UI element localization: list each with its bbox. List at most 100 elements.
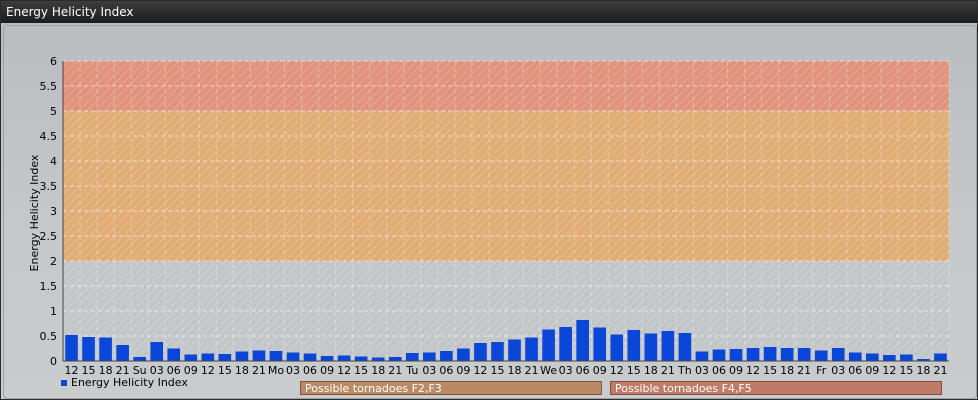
x-tick-label: 21 — [252, 364, 266, 377]
legend-label: Energy Helicity Index — [71, 376, 188, 389]
bar — [814, 350, 828, 361]
x-tick-label: 18 — [780, 364, 794, 377]
x-tick-label: 15 — [490, 364, 504, 377]
x-tick-label: 12 — [610, 364, 624, 377]
x-tick-label: 15 — [627, 364, 641, 377]
x-tick-label: 06 — [848, 364, 862, 377]
bar — [354, 356, 368, 361]
x-tick-label: Th — [677, 364, 692, 377]
bar — [746, 348, 760, 361]
y-tick-label: 2 — [50, 255, 57, 268]
bar — [525, 337, 538, 361]
y-tick-label: 1 — [50, 305, 57, 318]
x-tick-label: 21 — [388, 364, 402, 377]
x-tick-label: 03 — [422, 364, 436, 377]
bar — [866, 353, 879, 361]
x-tick-label: 12 — [337, 364, 351, 377]
bar — [559, 327, 572, 361]
x-tick-label: 12 — [746, 364, 760, 377]
bar — [627, 330, 641, 361]
y-tick-label: 4 — [50, 155, 57, 168]
legend-swatch — [61, 380, 67, 386]
y-tick-label: 3 — [50, 205, 57, 218]
x-tick-label: 12 — [473, 364, 487, 377]
bar — [934, 353, 947, 361]
bar — [286, 352, 300, 361]
y-tick-label: 2.5 — [40, 230, 58, 243]
x-tick-label: 09 — [456, 364, 470, 377]
y-tick-label: 0 — [50, 355, 57, 368]
bar — [218, 354, 232, 361]
x-tick-label: We — [540, 364, 557, 377]
bar — [542, 329, 555, 361]
bar — [423, 352, 436, 361]
x-tick-label: 06 — [303, 364, 317, 377]
x-tick-label: 21 — [661, 364, 675, 377]
bar — [440, 351, 453, 361]
y-tick-label: 5.5 — [40, 80, 58, 93]
bar — [491, 342, 504, 361]
bar — [883, 355, 896, 361]
bar — [388, 357, 402, 361]
x-tick-label: 06 — [576, 364, 590, 377]
bar — [780, 348, 794, 361]
bar — [116, 345, 129, 361]
bar — [235, 351, 249, 361]
band-legend-f4f5-label: Possible tornadoes F4,F5 — [615, 382, 752, 395]
band-legend-f2f3-label: Possible tornadoes F2,F3 — [305, 382, 442, 395]
x-tick-label: 03 — [695, 364, 709, 377]
chart-window: Energy Helicity Index 0 0.5 1 1.5 2 2.5 3 3.5 4 4… — [0, 0, 978, 400]
y-tick-label: 1.5 — [40, 280, 58, 293]
x-tick-label: 18 — [644, 364, 658, 377]
x-tick-label: 03 — [831, 364, 845, 377]
x-tick-label: 06 — [439, 364, 453, 377]
y-axis-label: Energy Helicity Index — [28, 154, 41, 271]
bar — [201, 353, 215, 361]
y-tick-label: 4.5 — [40, 130, 58, 143]
x-tick-label: 09 — [729, 364, 743, 377]
x-tick-label: Mo — [268, 364, 284, 377]
bar — [252, 350, 266, 361]
bar — [695, 351, 709, 361]
bar — [65, 335, 78, 361]
bar — [474, 343, 487, 361]
bar — [712, 349, 726, 361]
x-tick-label: 15 — [354, 364, 368, 377]
band-legend-f4f5: Possible tornadoes F4,F5 — [610, 381, 942, 395]
bar — [320, 356, 334, 361]
x-tick-label: 15 — [763, 364, 777, 377]
x-tick-label: 18 — [371, 364, 385, 377]
bar — [508, 339, 521, 361]
bar — [593, 327, 607, 361]
x-tick-label: Fr — [816, 364, 827, 377]
chart-svg: 00.511.522.533.544.555.5612 15 18 21 Su 03 06 0… — [28, 55, 950, 377]
x-tick-label: Tu — [405, 364, 418, 377]
bar — [763, 347, 777, 361]
bar — [303, 353, 317, 361]
x-tick-label: 21 — [933, 364, 947, 377]
x-tick-label: 18 — [508, 364, 522, 377]
bar — [678, 333, 692, 361]
bar — [337, 355, 351, 361]
x-tick-label: 12 — [882, 364, 896, 377]
x-tick-label: 18 — [916, 364, 930, 377]
bar — [644, 333, 658, 361]
x-tick-label: 06 — [712, 364, 726, 377]
bar — [405, 353, 419, 361]
legend: Energy Helicity Index — [61, 376, 188, 389]
x-tick-label: 15 — [899, 364, 913, 377]
bar — [167, 348, 181, 361]
bar — [99, 337, 112, 361]
bar — [82, 337, 95, 361]
bar — [184, 354, 198, 361]
x-tick-label: 21 — [797, 364, 811, 377]
y-tick-label: 5 — [50, 105, 57, 118]
bar — [729, 349, 743, 361]
bar — [133, 357, 146, 361]
bar — [661, 331, 675, 361]
bar — [831, 348, 845, 361]
x-tick-label: 03 — [559, 364, 573, 377]
band-legend-f2f3: Possible tornadoes F2,F3 — [300, 381, 602, 395]
y-tick-label: 6 — [50, 55, 57, 68]
x-tick-label: 18 — [235, 364, 249, 377]
